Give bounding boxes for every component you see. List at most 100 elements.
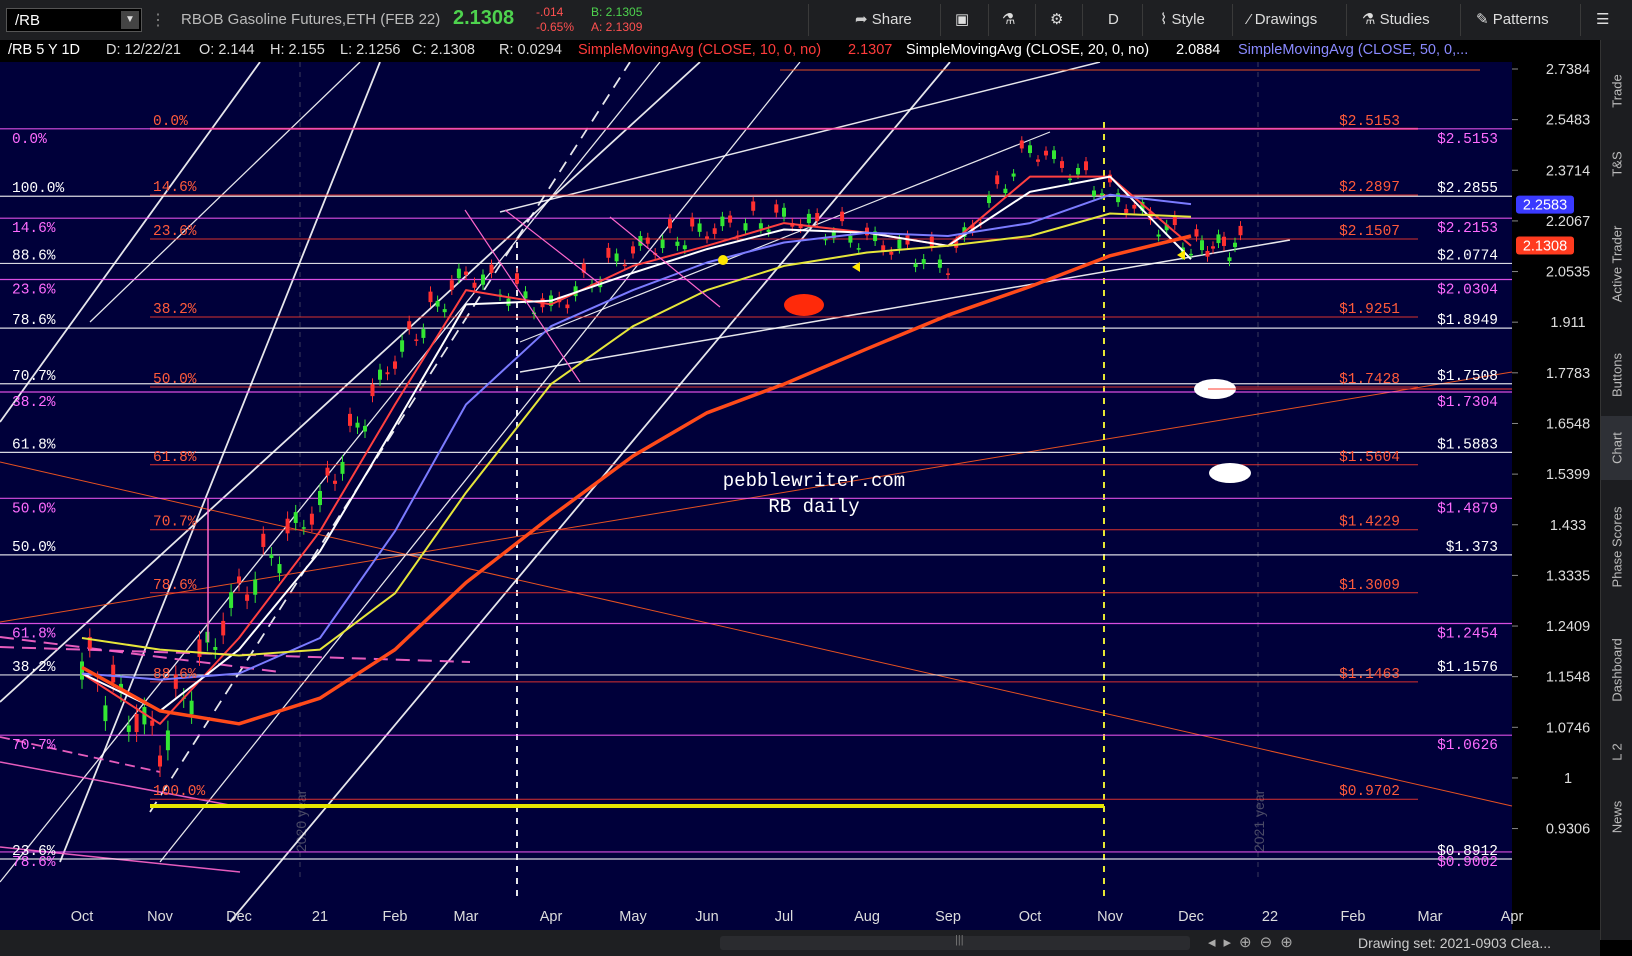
candle-body: [1060, 161, 1064, 168]
nav-tab-dashboard[interactable]: Dashboard: [1601, 614, 1632, 726]
y-tick-label: 1.0746: [1546, 720, 1590, 736]
candle-body: [355, 422, 360, 428]
nav-tab-trade[interactable]: Trade: [1601, 48, 1632, 134]
share-icon: ➦: [855, 11, 872, 28]
scroll-grip-icon: |||: [955, 934, 964, 946]
candle-body: [301, 527, 306, 529]
candle-body: [428, 291, 433, 303]
fib-price-magenta: $2.0304: [1437, 283, 1498, 299]
fib-price-white: $1.5883: [1437, 437, 1498, 453]
fib-price-orange: $1.5604: [1339, 450, 1400, 466]
candle-body: [668, 219, 672, 229]
top-toolbar: /RB ▼ ⋮ RBOB Gasoline Futures,ETH (FEB 2…: [0, 0, 1632, 41]
bottom-bar: ||| ◂▸⊕⊖⊕ Drawing set: 2021-0903 Clea...: [0, 930, 1600, 956]
drawing-set-label[interactable]: Drawing set: 2021-0903 Clea...: [1358, 935, 1551, 951]
zoom-controls[interactable]: ◂▸⊕⊖⊕: [1208, 933, 1301, 951]
candle-body: [631, 246, 635, 254]
nav-tab-phase-scores[interactable]: Phase Scores: [1601, 482, 1632, 612]
candle-body: [946, 273, 950, 275]
y-tick-label: 1.3335: [1546, 568, 1590, 584]
nav-tab-t-s[interactable]: T&S: [1601, 134, 1632, 194]
fib-price-magenta: $0.9002: [1437, 855, 1498, 871]
nav-tab-l-2[interactable]: L 2: [1601, 728, 1632, 776]
gear-icon: ⚙: [1050, 11, 1064, 28]
nav-tab-label: T&S: [1609, 151, 1625, 177]
nav-tab-active-trader[interactable]: Active Trader: [1601, 196, 1632, 332]
candle-body: [987, 195, 991, 204]
sma20-legend[interactable]: SimpleMovingAvg (CLOSE, 20, 0, no): [906, 42, 1149, 58]
fib-pct-orange: 50.0%: [153, 372, 197, 388]
x-tick-label: Sep: [935, 909, 961, 925]
share-button[interactable]: ➦ Share: [855, 6, 912, 34]
watermark-line-1: pebblewriter.com: [723, 470, 905, 492]
candle-body: [293, 512, 298, 523]
style-button[interactable]: ⌇ Style: [1160, 6, 1205, 34]
candle-body: [921, 259, 926, 265]
flask-button[interactable]: ⚗: [1002, 6, 1015, 34]
fib-pct-white: 100.0%: [12, 181, 65, 197]
chevron-down-icon[interactable]: ▼: [121, 11, 139, 29]
candle-body: [766, 229, 771, 232]
fib-price-orange: $1.4229: [1339, 515, 1400, 531]
fib-pct-magenta: 14.6%: [12, 221, 56, 237]
fib-pct-orange: 70.7%: [153, 515, 197, 531]
candle-body: [720, 216, 725, 227]
nav-tab-buttons[interactable]: Buttons: [1601, 336, 1632, 414]
sma10-legend[interactable]: SimpleMovingAvg (CLOSE, 10, 0, no): [578, 42, 821, 58]
snapshot-button[interactable]: ▣: [955, 6, 969, 34]
candle-body: [189, 700, 194, 715]
candle-body: [103, 705, 108, 722]
candle-body: [435, 300, 440, 307]
fib-pct-white: 50.0%: [12, 540, 56, 556]
patterns-icon: ✎: [1476, 11, 1493, 28]
x-tick-label: Mar: [1418, 909, 1443, 925]
candle-body: [622, 264, 627, 267]
menu-icon: ☰: [1596, 11, 1610, 28]
candle-body: [1200, 240, 1204, 251]
fib-price-magenta: $1.7304: [1437, 395, 1498, 411]
candle-body: [111, 664, 116, 683]
candle-body: [712, 228, 717, 234]
studies-button[interactable]: ⚗ Studies: [1362, 6, 1430, 34]
watermark-line-2: RB daily: [768, 496, 859, 518]
price-tag-label: 2.1308: [1523, 239, 1567, 255]
timeframe-button[interactable]: D: [1108, 6, 1119, 34]
fib-price-white: $1.8949: [1437, 313, 1498, 329]
candle-body: [751, 201, 756, 211]
nav-tab-chart[interactable]: Chart: [1601, 416, 1632, 480]
link-icon[interactable]: ⋮: [150, 10, 166, 30]
candle-body: [774, 204, 779, 213]
nav-tab-news[interactable]: News: [1601, 778, 1632, 856]
drawings-button[interactable]: ⁄ Drawings: [1248, 6, 1317, 34]
settings-button[interactable]: ⚙: [1050, 6, 1063, 34]
candle-body: [197, 639, 202, 657]
candle-body: [1068, 178, 1072, 181]
fib-pct-magenta: 50.0%: [12, 501, 56, 517]
candle-body: [1092, 190, 1096, 197]
fib-price-orange: $0.9702: [1339, 784, 1400, 800]
candle-body: [865, 227, 869, 236]
candle-body: [126, 725, 131, 732]
sma20-value: 2.0884: [1176, 42, 1221, 58]
menu-button[interactable]: ☰: [1596, 6, 1609, 34]
fib-pct-orange: 100.0%: [153, 784, 206, 800]
sma50-legend[interactable]: SimpleMovingAvg (CLOSE, 50, 0,...: [1238, 42, 1468, 58]
y-tick-label: 1.1548: [1546, 670, 1590, 686]
horizontal-scrollbar[interactable]: |||: [720, 934, 1190, 950]
patterns-button[interactable]: ✎ Patterns: [1476, 6, 1549, 34]
candle-body: [1036, 159, 1040, 162]
candle-body: [995, 175, 1000, 185]
ask-price: A: 2.1309: [591, 20, 643, 34]
price-chart[interactable]: 2020 year 2021 year 0.0% $2.515314.6% $2.28…: [0, 62, 1600, 932]
symbol-text: /RB: [15, 12, 41, 29]
candle-body: [937, 259, 942, 268]
y-tick-label: 2.2067: [1546, 214, 1590, 230]
symbol-input[interactable]: /RB ▼: [6, 8, 142, 32]
candle-body: [221, 620, 226, 636]
candle-body: [682, 245, 687, 250]
fib-price-magenta: $1.0626: [1437, 738, 1498, 754]
candle-body: [1211, 246, 1215, 249]
fib-price-orange: $1.7428: [1339, 372, 1400, 388]
x-tick-label: Dec: [226, 909, 252, 925]
ohlc-high: H: 2.155: [270, 42, 325, 58]
